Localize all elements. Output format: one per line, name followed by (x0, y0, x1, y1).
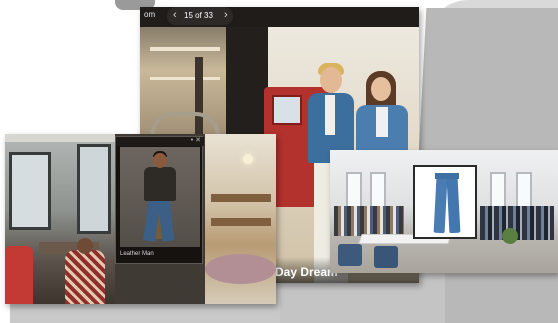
store-room-image (5, 134, 115, 304)
popup-title-bar: • ✕ (116, 137, 204, 146)
popup-photo (120, 147, 200, 247)
image-caption: Day Dream (275, 265, 338, 279)
store-tour-screenshot-right (330, 150, 558, 273)
popup-label: Leather Man (120, 251, 154, 257)
image-pager: ‹ 15 of 33 › (167, 7, 233, 25)
seated-model (138, 151, 182, 247)
close-icon[interactable]: • ✕ (191, 136, 201, 144)
store-display-image (205, 134, 276, 304)
shopper (65, 238, 105, 304)
store-tour-screenshot-left: • ✕ Leather Man (5, 134, 276, 304)
pager-count: 15 of 33 (184, 11, 213, 20)
chevron-right-icon[interactable]: › (224, 9, 228, 21)
viewer-top-bar: om ‹ 15 of 33 › (140, 7, 419, 27)
collage-stage: om ‹ 15 of 33 › Day Dream • ✕ Leather Ma… (0, 0, 558, 323)
brand-tag: om (144, 10, 156, 19)
product-popup[interactable]: • ✕ Leather Man (115, 136, 204, 264)
shopper (5, 246, 33, 304)
product-popup-jeans[interactable] (413, 165, 477, 239)
clothing-rack (334, 206, 404, 236)
chevron-left-icon[interactable]: ‹ (173, 9, 177, 21)
jeans-icon (433, 173, 461, 234)
